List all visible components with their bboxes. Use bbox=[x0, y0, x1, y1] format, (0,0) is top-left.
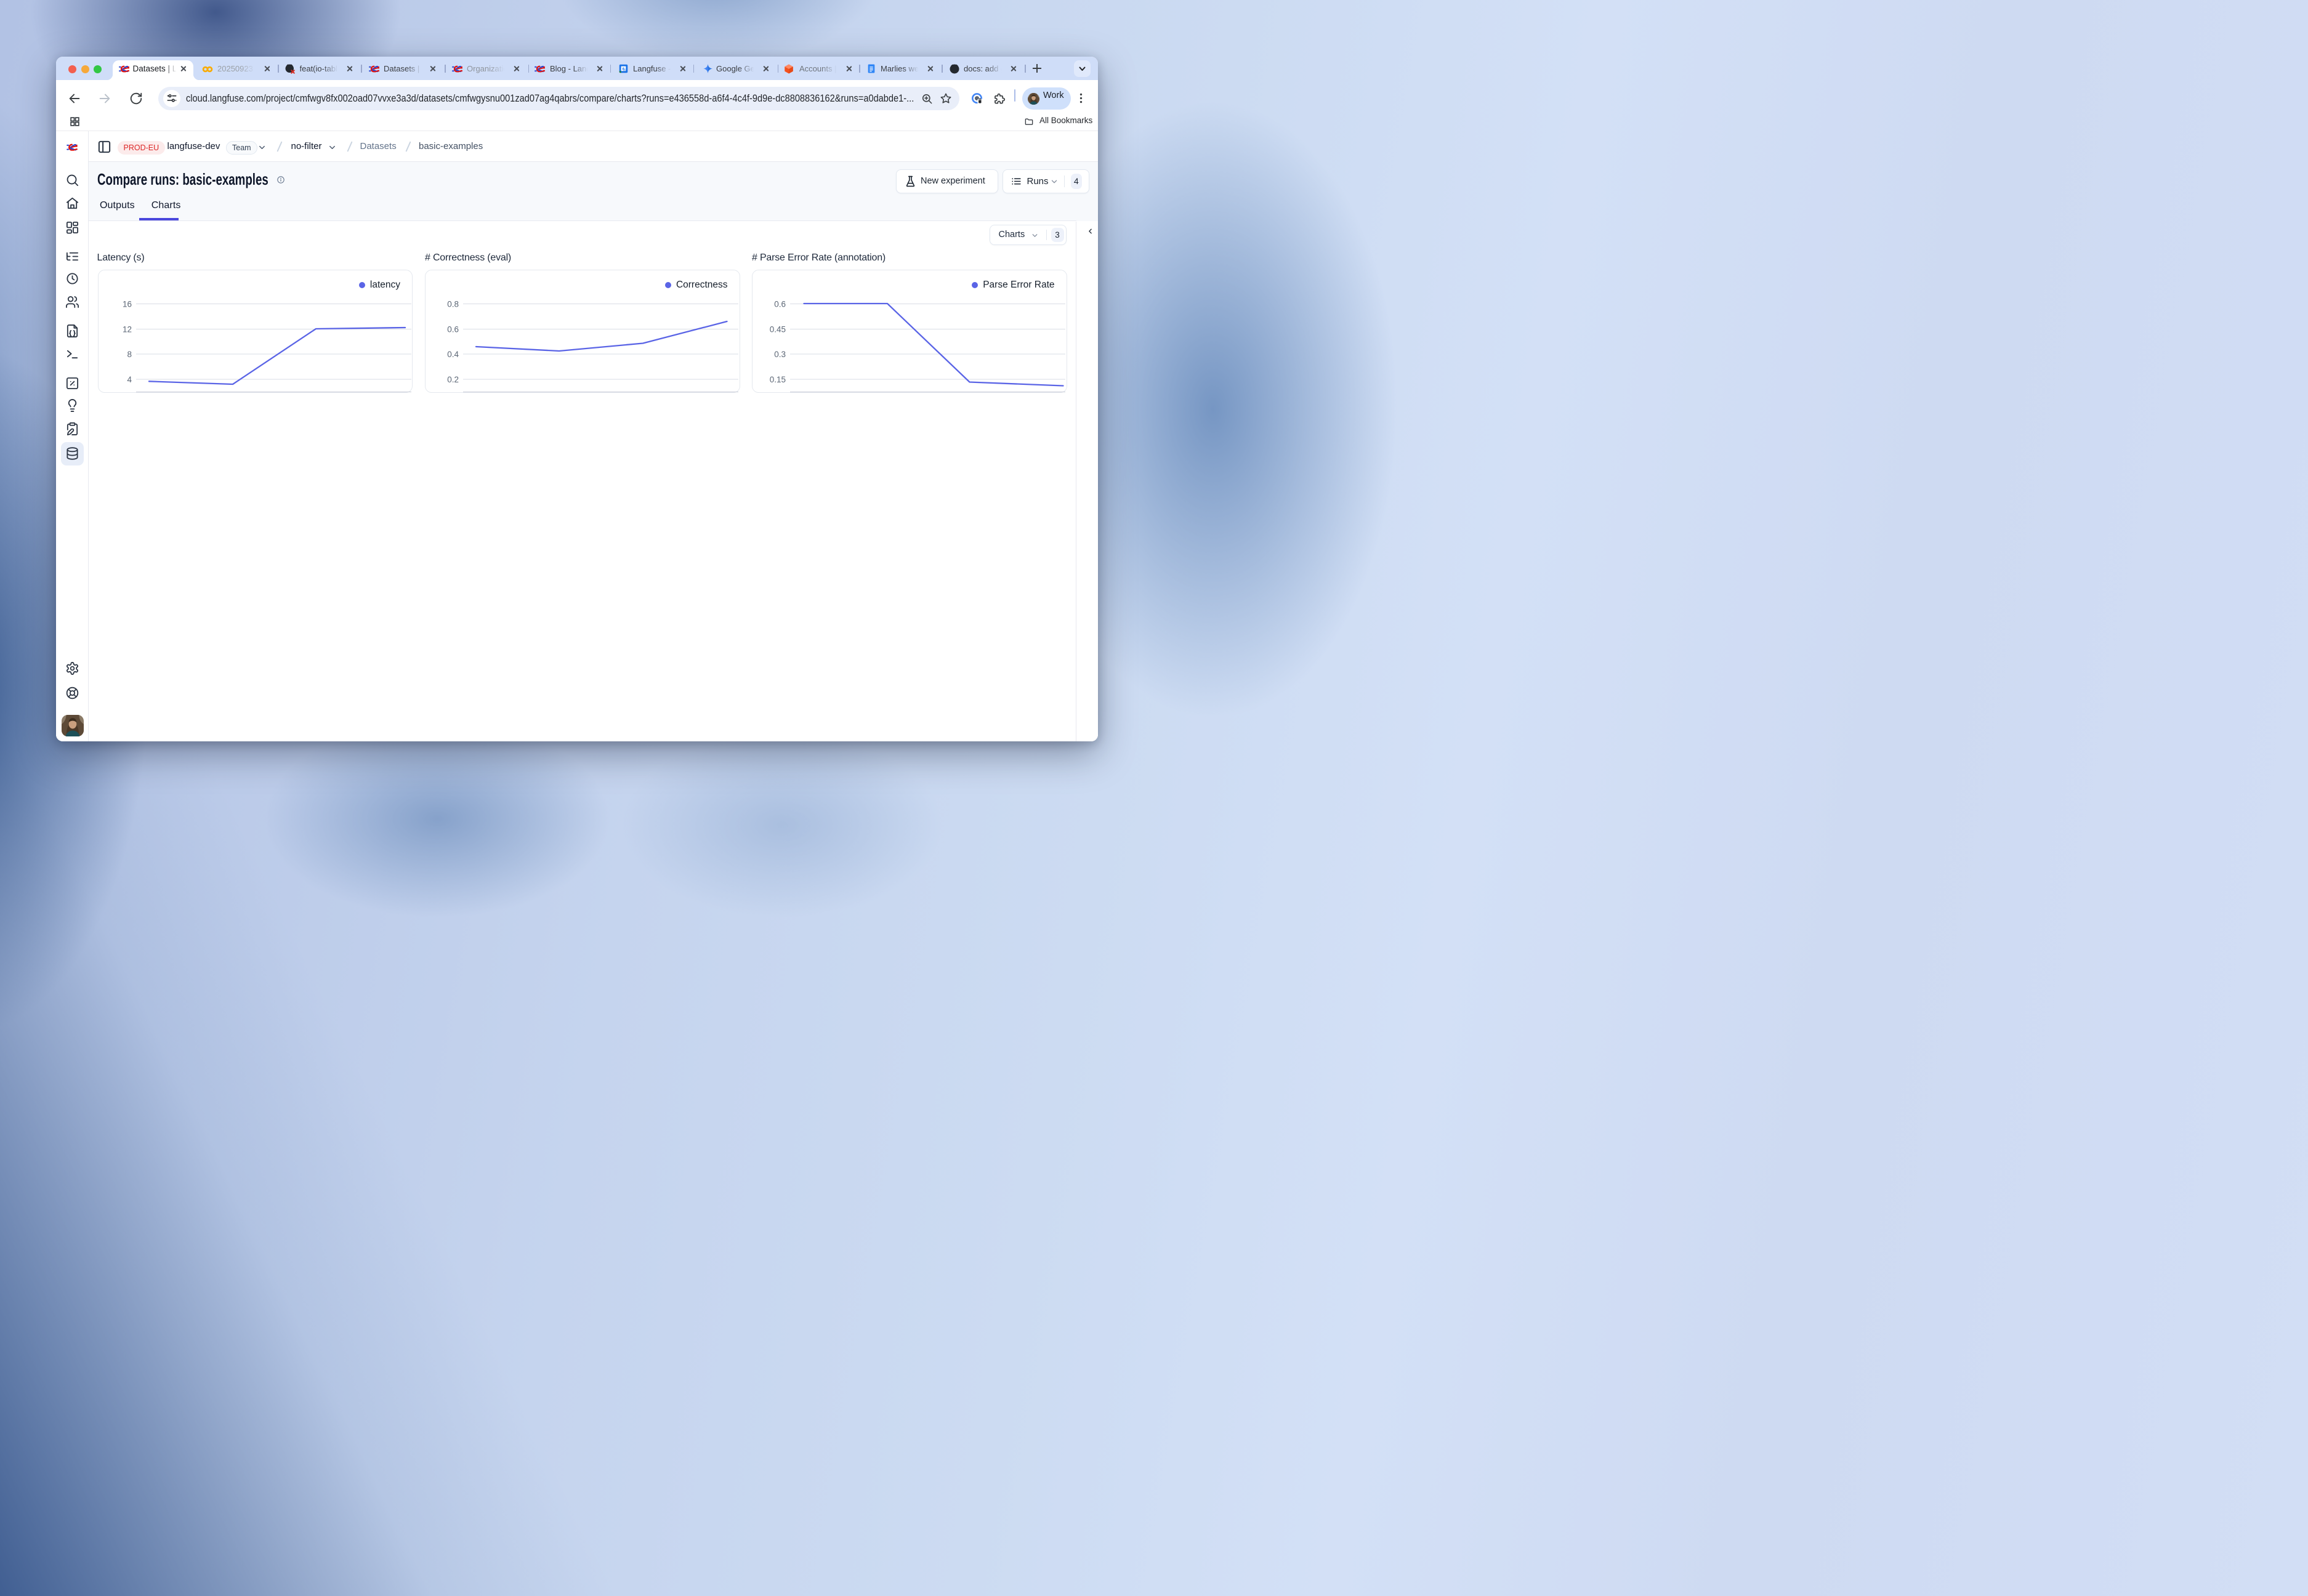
svg-text:0.3: 0.3 bbox=[774, 350, 786, 359]
svg-text:0.6: 0.6 bbox=[774, 299, 786, 308]
svg-text:4: 4 bbox=[127, 375, 132, 384]
svg-text:0.4: 0.4 bbox=[447, 350, 459, 359]
svg-text:16: 16 bbox=[122, 299, 131, 308]
svg-text:8: 8 bbox=[127, 350, 132, 359]
svg-text:0.6: 0.6 bbox=[447, 324, 459, 334]
svg-text:0.15: 0.15 bbox=[770, 375, 786, 384]
svg-text:0.45: 0.45 bbox=[770, 324, 786, 334]
svg-text:0.2: 0.2 bbox=[447, 375, 459, 384]
svg-text:0.8: 0.8 bbox=[447, 299, 459, 308]
svg-text:12: 12 bbox=[122, 324, 131, 334]
